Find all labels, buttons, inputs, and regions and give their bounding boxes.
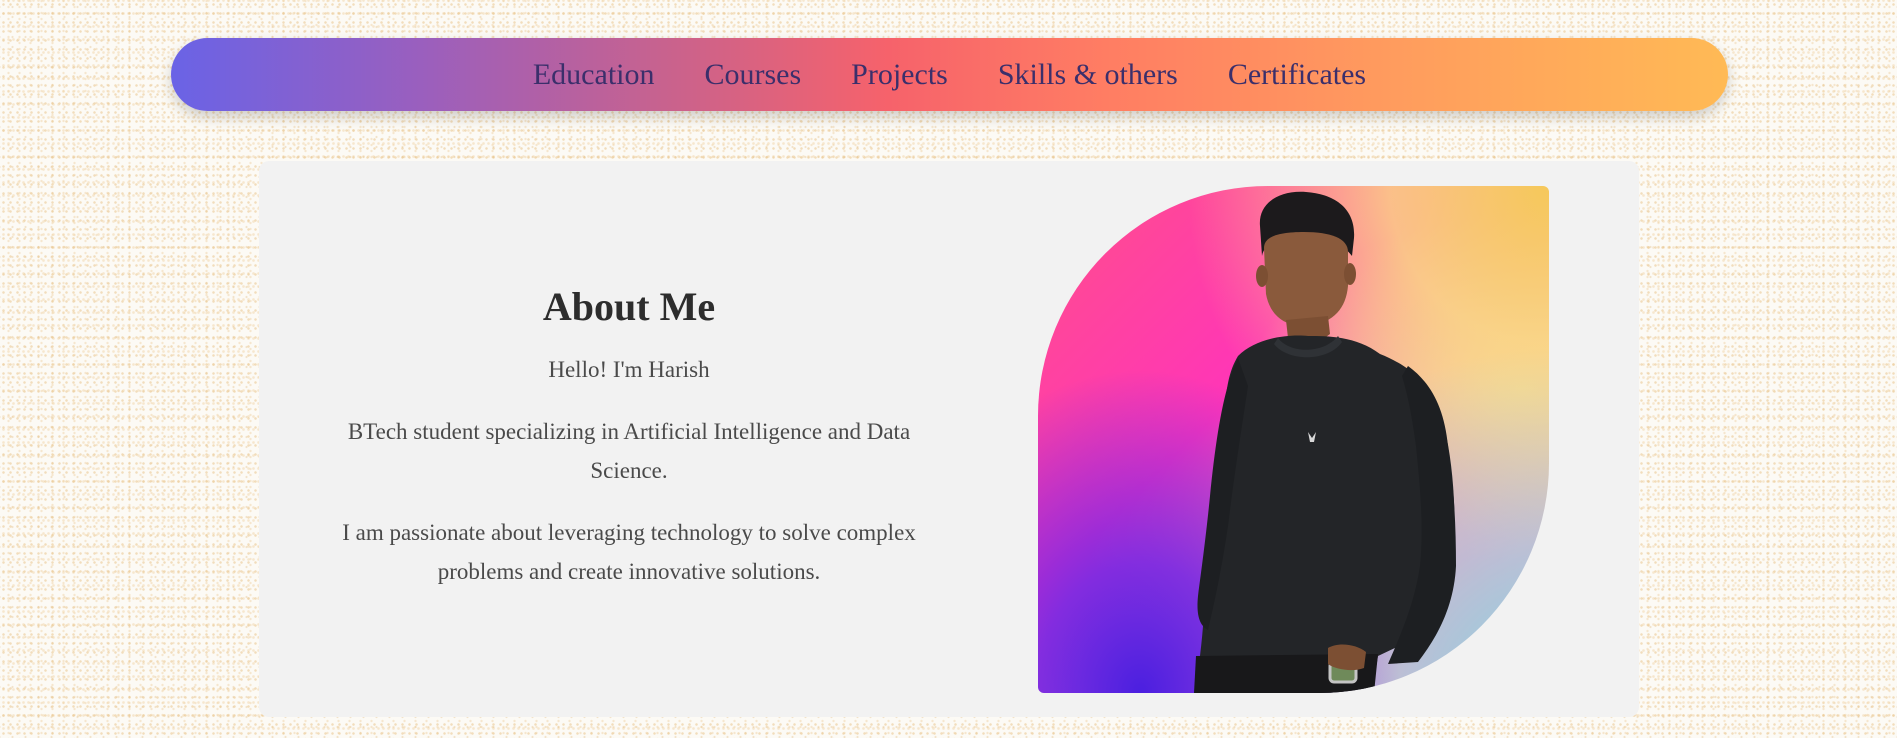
about-text-block: About Me Hello! I'm Harish BTech student… [319,283,939,614]
about-paragraph-passion: I am passionate about leveraging technol… [342,520,916,584]
nav-link-projects[interactable]: Projects [851,58,948,91]
profile-photo-frame [1038,186,1549,693]
top-navbar: Education Courses Projects Skills & othe… [171,38,1728,111]
about-title: About Me [542,284,716,329]
about-me-card: About Me Hello! I'm Harish BTech student… [259,161,1639,717]
nav-link-skills-others[interactable]: Skills & others [998,58,1178,91]
about-greeting: Hello! I'm Harish [548,357,710,382]
nav-link-education[interactable]: Education [533,58,655,91]
nav-list: Education Courses Projects Skills & othe… [533,58,1366,92]
nav-link-certificates[interactable]: Certificates [1228,58,1366,91]
nav-link-courses[interactable]: Courses [705,58,802,91]
profile-photo-icon [1194,191,1456,693]
about-paragraph-study: BTech student specializing in Artificial… [347,419,911,483]
